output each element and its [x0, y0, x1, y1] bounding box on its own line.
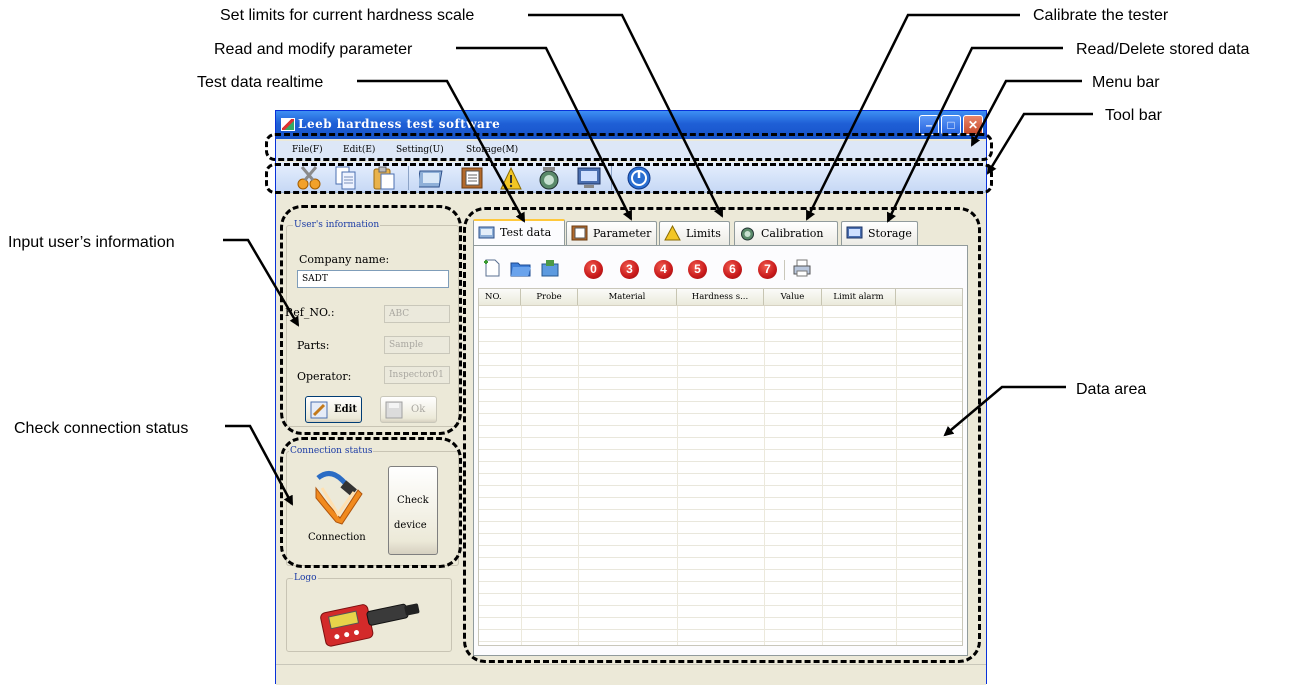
callout-set-limits: Set limits for current hardness scale	[220, 7, 475, 24]
logo-group: Logo	[286, 573, 452, 652]
window-title: Leeb hardness test software	[298, 117, 501, 131]
callout-menu-bar: Menu bar	[1092, 74, 1160, 91]
logo-legend: Logo	[293, 573, 318, 583]
app-icon	[281, 118, 295, 131]
data-area-highlight	[463, 207, 981, 663]
maximize-button[interactable]: □	[941, 115, 961, 135]
callout-tool-bar: Tool bar	[1105, 107, 1162, 124]
callout-test-realtime: Test data realtime	[197, 74, 324, 91]
callout-calibrate: Calibrate the tester	[1033, 7, 1169, 24]
callout-check-connection: Check connection status	[14, 420, 189, 437]
hardness-tester-logo	[320, 603, 420, 647]
connection-highlight	[280, 437, 462, 568]
minimize-button[interactable]: –	[919, 115, 939, 135]
user-info-highlight	[280, 205, 462, 435]
menu-bar-highlight	[265, 133, 993, 161]
close-button[interactable]: ✕	[963, 115, 983, 135]
callout-read-delete: Read/Delete stored data	[1076, 41, 1250, 58]
tool-bar-highlight	[265, 163, 993, 194]
callout-data-area: Data area	[1076, 381, 1147, 398]
callout-read-modify: Read and modify parameter	[214, 41, 413, 58]
callout-input-user: Input user’s information	[8, 234, 175, 251]
arrow-tool-bar	[986, 112, 1093, 175]
status-bar	[276, 664, 986, 685]
